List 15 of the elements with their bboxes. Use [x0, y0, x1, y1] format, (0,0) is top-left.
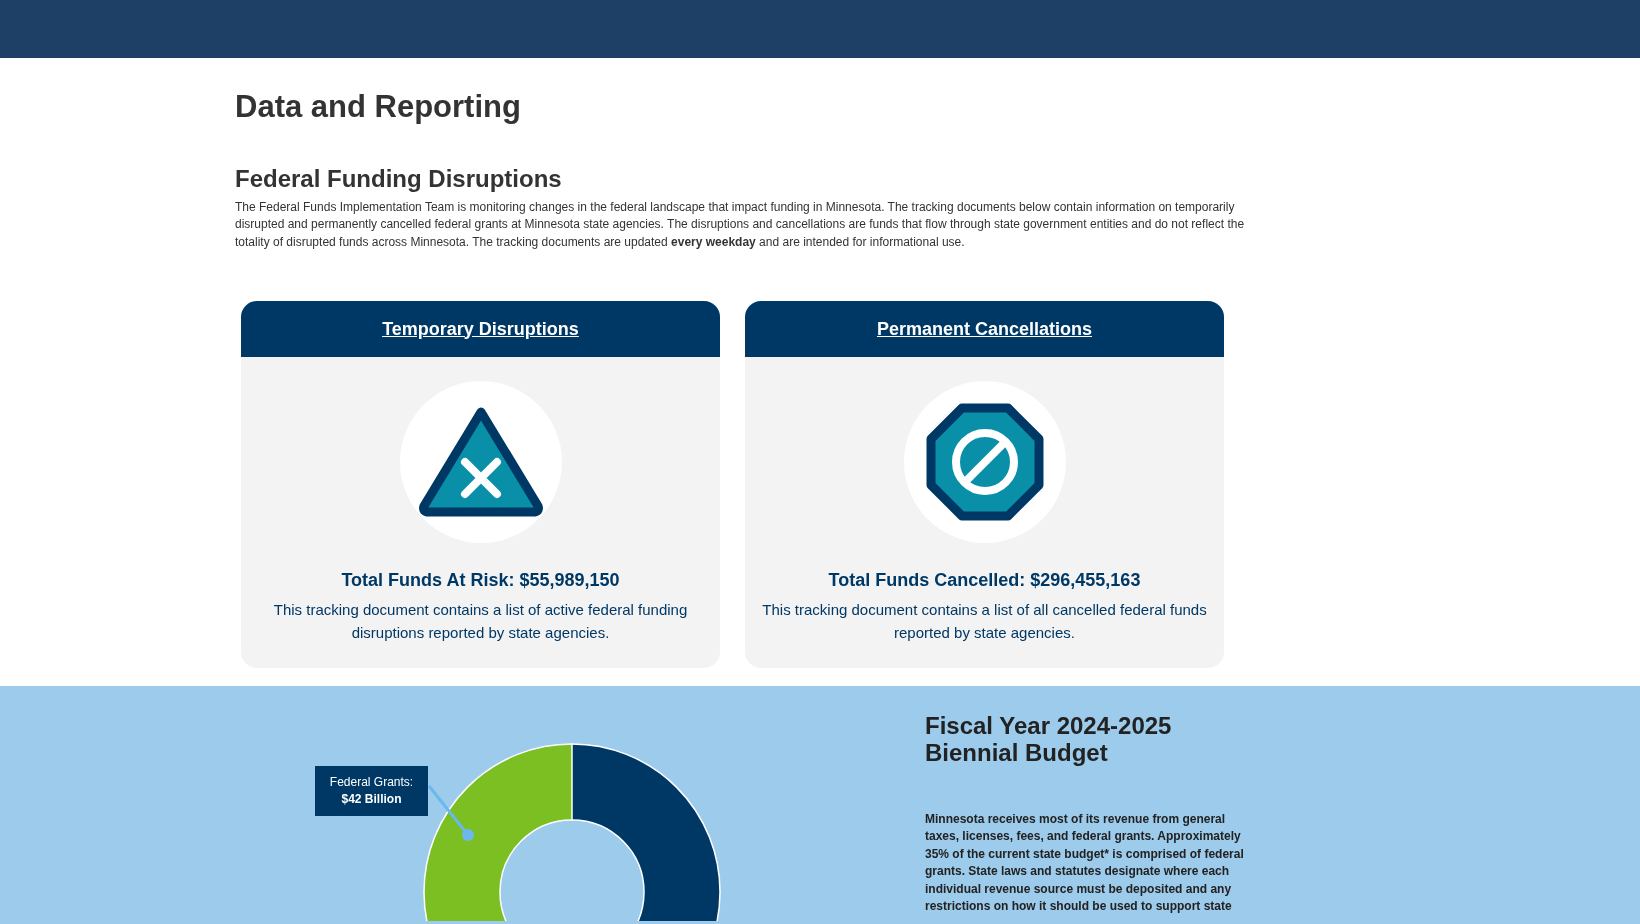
total-amount: Total Funds At Risk: $55,989,150 [341, 569, 620, 592]
warning-triangle-icon [417, 406, 544, 518]
intro-paragraph: The Federal Funds Implementation Team is monitoring changes in the federal landscape that impact funding in Minnesota. The tracking documents below contain information on temporarily disrupted and permanently cancelled federal grants at Minnesota state agencies. The disruptions and cancellations are funds that flow through state government entities and do not reflect the totality of disrupted funds across Minnesota. The tracking documents are updated every weekday and are intended for informational use. [235, 198, 1246, 251]
callout-label: Federal Grants: [329, 774, 414, 791]
card-description: This tracking document contains a list of active federal funding disruptions reported by state agencies. [272, 600, 689, 643]
budget-heading: Fiscal Year 2024-2025 Biennial Budget [925, 712, 1173, 766]
page-title: Data and Reporting [235, 88, 522, 126]
card-title-link[interactable]: Temporary Disruptions [382, 315, 579, 343]
callout-value: $42 Billion [341, 791, 402, 808]
prohibited-octagon-icon [925, 403, 1044, 521]
card-description: This tracking document contains a list of all cancelled federal funds reported by state agencies. [761, 600, 1208, 643]
card-title-link[interactable]: Permanent Cancellations [876, 315, 1093, 343]
budget-paragraph: Minnesota receives most of its revenue from general taxes, licenses, fees, and federal grants. Approximately 35% of the current state budget* is comprised of federal grants. State laws and statutes designate where each individual revenue source must be deposited and any restrictions on how it should be used to support state [925, 811, 1245, 916]
total-amount: Total Funds Cancelled: $296,455,163 [828, 569, 1141, 592]
section-heading: Federal Funding Disruptions [235, 163, 563, 194]
